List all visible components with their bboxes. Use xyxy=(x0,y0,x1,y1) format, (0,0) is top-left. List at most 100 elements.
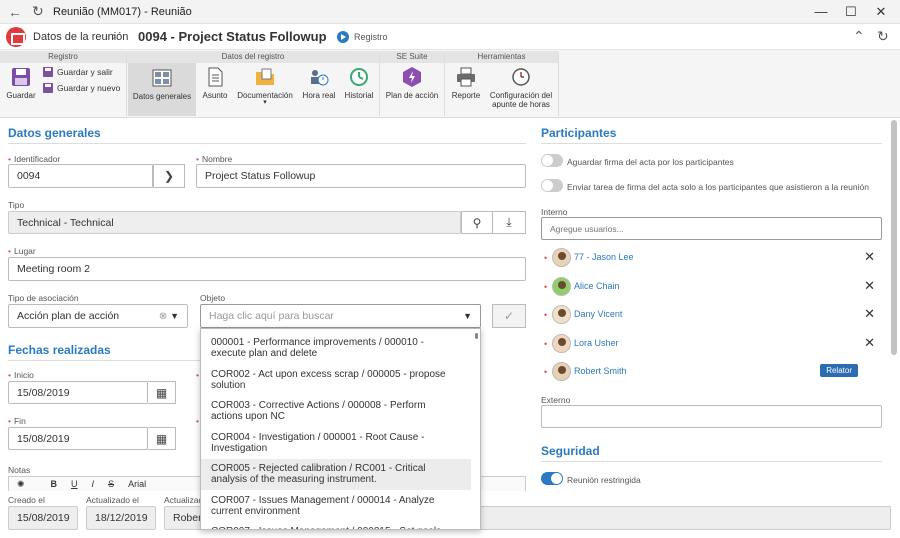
objeto-label: Objeto xyxy=(200,293,226,303)
fin-date-field[interactable]: 15/08/2019 xyxy=(8,427,148,450)
required-dot: • xyxy=(544,310,548,320)
required-dot: • xyxy=(544,253,548,263)
meeting-app-icon xyxy=(6,27,26,47)
remove-participant-icon[interactable]: ✕ xyxy=(864,278,875,294)
report-button[interactable]: Reporte xyxy=(449,64,483,100)
bold-icon[interactable]: B xyxy=(51,479,58,489)
dropdown-option[interactable]: COR007 - Issues Management / 000014 - An… xyxy=(201,491,471,522)
dropdown-option[interactable]: COR004 - Investigation / 000001 - Root C… xyxy=(201,428,471,459)
underline-icon[interactable]: U xyxy=(71,479,78,489)
dropdown-option[interactable]: COR003 - Corrective Actions / 000008 - P… xyxy=(201,396,471,427)
clear-icon[interactable]: ⤓ xyxy=(493,211,526,234)
back-arrow-icon[interactable]: ← xyxy=(8,4,22,20)
dropdown-option-line: COR007 - Issues Management / 000015 - Se… xyxy=(211,526,461,529)
add-users-input[interactable] xyxy=(541,217,882,240)
strikethrough-icon[interactable]: S xyxy=(108,479,114,489)
participant-name[interactable]: Alice Chain xyxy=(574,281,620,291)
font-select[interactable]: Arial xyxy=(128,479,146,489)
participant-name[interactable]: Lora Usher xyxy=(574,338,619,348)
inicio-date-field[interactable]: 15/08/2019 xyxy=(8,381,148,404)
reload-icon[interactable]: ↻ xyxy=(32,3,44,20)
calendar-icon[interactable]: ▦ xyxy=(148,427,176,450)
action-plan-button[interactable]: Plan de acción xyxy=(384,64,440,100)
creado-label: Creado el xyxy=(8,495,45,505)
objeto-placeholder: Haga clic aquí para buscar xyxy=(209,310,334,322)
tab-hora-real[interactable]: Hora real xyxy=(299,64,339,100)
remove-participant-icon[interactable]: ✕ xyxy=(864,306,875,322)
tab-datos-generales[interactable]: Datos generales xyxy=(128,63,196,116)
action-plan-label: Plan de acción xyxy=(385,91,439,100)
hours-config-button[interactable]: Configuración del apunte de horas xyxy=(487,64,555,109)
externo-textarea[interactable] xyxy=(541,405,882,428)
breadcrumb-separator-icon: › xyxy=(112,29,116,43)
externo-label: Externo xyxy=(541,395,571,405)
dropdown-option[interactable]: 000001 - Performance improvements / 0000… xyxy=(201,333,471,364)
lugar-label: • Lugar xyxy=(8,246,36,256)
dropdown-option-line: analysis of the measuring instrument. xyxy=(211,474,377,485)
dropdown-option[interactable]: COR005 - Rejected calibration / RC001 - … xyxy=(201,459,471,490)
dropdown-option[interactable]: COR002 - Act upon excess scrap / 000005 … xyxy=(201,365,471,396)
participant-name[interactable]: 77 - Jason Lee xyxy=(574,252,634,262)
participant-name[interactable]: Robert Smith xyxy=(574,366,627,376)
tab-historial[interactable]: Historial xyxy=(341,64,377,100)
objeto-search-input[interactable]: Haga clic aquí para buscar ▼ xyxy=(200,304,481,328)
chevron-down-icon: ▼ xyxy=(463,311,472,321)
search-icon[interactable]: ⚲ xyxy=(461,211,493,234)
save-exit-icon xyxy=(43,67,53,77)
nombre-field[interactable]: Project Status Followup xyxy=(196,164,526,188)
dropdown-caret-icon: ▾ xyxy=(263,99,267,106)
section-divider xyxy=(8,360,200,361)
folder-icon xyxy=(256,68,274,85)
avatar xyxy=(552,248,571,267)
tab-hora-real-label: Hora real xyxy=(302,91,336,100)
ribbon-divider xyxy=(379,52,380,116)
remove-participant-icon[interactable]: ✕ xyxy=(864,335,875,351)
tab-historial-label: Historial xyxy=(344,91,374,100)
lugar-field[interactable]: Meeting room 2 xyxy=(8,257,526,281)
identificador-field[interactable]: 0094 xyxy=(8,164,153,188)
avatar xyxy=(552,333,571,353)
save-exit-button[interactable]: Guardar y salir xyxy=(42,66,113,78)
dropdown-scrollbar[interactable] xyxy=(475,333,478,339)
collapse-icon[interactable]: ⌃ xyxy=(853,28,865,45)
grid-icon xyxy=(152,69,172,87)
group-se-suite: SE Suite xyxy=(380,51,444,63)
tab-documentacion[interactable]: Documentación ▾ xyxy=(234,64,296,106)
toggle-await-signature[interactable] xyxy=(541,154,563,167)
dropdown-option[interactable]: COR007 - Issues Management / 000015 - Se… xyxy=(201,522,471,529)
window-title: Reunião (MM017) - Reunião xyxy=(53,6,192,18)
section-title-general: Datos generales xyxy=(8,126,101,140)
save-new-button[interactable]: Guardar y nuevo xyxy=(42,82,120,94)
refresh-icon[interactable]: ↻ xyxy=(877,28,889,45)
toggle-send-task[interactable] xyxy=(541,179,563,192)
fin-label: • Fin xyxy=(8,416,26,426)
calendar-icon[interactable]: ▦ xyxy=(148,381,176,404)
remove-participant-icon[interactable]: ✕ xyxy=(864,249,875,265)
document-icon xyxy=(208,67,223,87)
tipo-asociacion-value: Acción plan de acción xyxy=(17,310,120,322)
tipo-asociacion-label: Tipo de asociación xyxy=(8,293,79,303)
tab-asunto[interactable]: Asunto xyxy=(198,64,232,100)
confirm-check-icon[interactable]: ✓ xyxy=(492,304,526,328)
magic-wand-icon[interactable]: ✺ xyxy=(17,479,25,490)
window-titlebar: ← ↻ Reunião (MM017) - Reunião — ☐ ✕ xyxy=(0,0,900,24)
dropdown-option-line: Investigation xyxy=(211,442,268,454)
participant-name[interactable]: Dany Vicent xyxy=(574,309,622,319)
chevron-right-icon[interactable]: ❯ xyxy=(153,164,185,188)
save-label: Guardar xyxy=(6,91,36,100)
group-registro: Registro xyxy=(0,51,126,63)
tipo-field[interactable]: Technical - Technical xyxy=(8,211,461,234)
printer-icon xyxy=(457,67,475,87)
save-button[interactable]: Guardar xyxy=(4,64,38,100)
tipo-asociacion-select[interactable]: Acción plan de acción ⊗ ▼ xyxy=(8,304,188,328)
close-window-button[interactable]: ✕ xyxy=(866,2,896,22)
clear-selection-icon[interactable]: ⊗ ▼ xyxy=(159,311,179,322)
minimize-button[interactable]: — xyxy=(806,2,836,22)
italic-icon[interactable]: I xyxy=(92,479,95,489)
tab-asunto-label: Asunto xyxy=(202,91,228,100)
toggle-restricted[interactable] xyxy=(541,472,563,485)
maximize-button[interactable]: ☐ xyxy=(836,2,866,22)
relator-badge: Relator xyxy=(820,364,858,377)
page-scrollbar[interactable] xyxy=(891,120,897,355)
participant-row: • Alice Chain ✕ xyxy=(541,276,885,298)
